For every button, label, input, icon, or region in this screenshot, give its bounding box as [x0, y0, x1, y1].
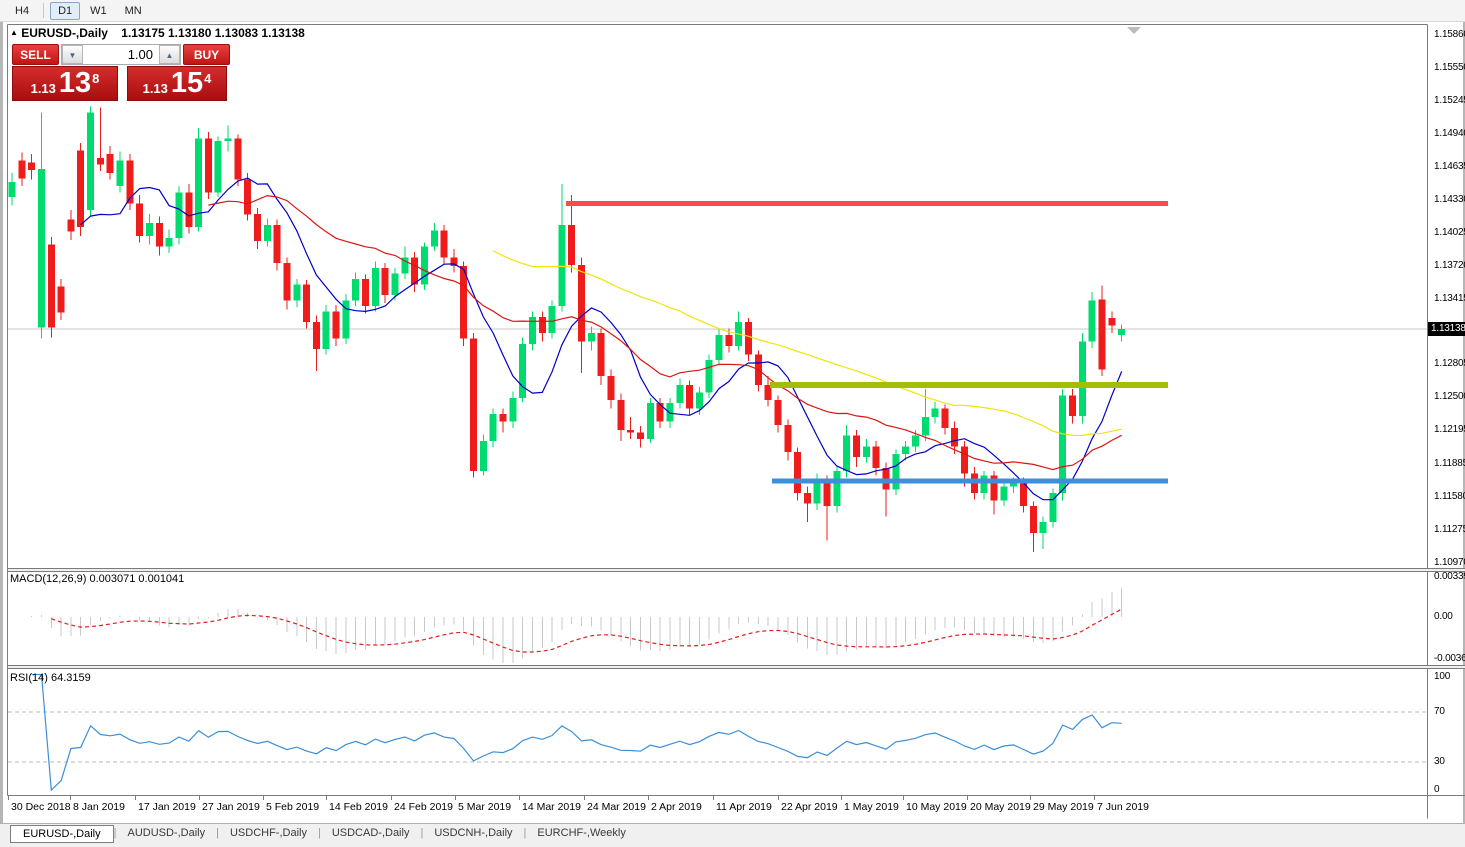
symbol-period-label: EURUSD-,Daily: [21, 26, 108, 40]
chart-tab-bar: EURUSD-,Daily|AUDUSD-,Daily|USDCHF-,Dail…: [0, 823, 1465, 847]
price-axis-label: 1.11580: [1434, 491, 1465, 502]
date-axis-label: 17 Jan 2019: [138, 801, 196, 813]
buy-button[interactable]: BUY: [183, 44, 230, 65]
price-axis-label: 1.12805: [1434, 358, 1465, 369]
date-axis-label: 11 Apr 2019: [716, 801, 772, 813]
date-axis-label: 30 Dec 2018: [11, 801, 71, 813]
price-axis-label: 1.14635: [1434, 161, 1465, 172]
rsi-axis-label: 0: [1434, 784, 1439, 795]
rsi-axis-label: 100: [1434, 671, 1450, 682]
date-axis-label: 29 May 2019: [1033, 801, 1094, 813]
ask-price-big: 15: [171, 67, 203, 100]
chart-tab-usdchf[interactable]: USDCHF-,Daily: [219, 824, 318, 842]
date-axis-label: 14 Mar 2019: [522, 801, 581, 813]
ask-price-button[interactable]: 1.13 15 4: [127, 66, 227, 101]
bid-price-button[interactable]: 1.13 13 8: [12, 66, 118, 101]
chart-tab-eurchf[interactable]: EURCHF-,Weekly: [526, 824, 636, 842]
price-axis-label: 1.14025: [1434, 227, 1465, 238]
date-axis-label: 22 Apr 2019: [781, 801, 838, 813]
chart-tab-usdcad[interactable]: USDCAD-,Daily: [321, 824, 421, 842]
chart-tab-usdcnh[interactable]: USDCNH-,Daily: [423, 824, 523, 842]
price-axis-label: 1.15245: [1434, 95, 1465, 106]
rsi-axis-label: 70: [1434, 706, 1445, 717]
chart-tab-eurusd[interactable]: EURUSD-,Daily: [10, 825, 114, 843]
macd-axis-label: 0.003392: [1434, 571, 1465, 582]
date-axis-label: 14 Feb 2019: [329, 801, 388, 813]
price-axis-label: 1.11885: [1434, 458, 1465, 469]
chart-plot-area[interactable]: [0, 0, 1465, 847]
chart-tab-audusd[interactable]: AUDUSD-,Daily: [116, 824, 216, 842]
ohlc-values: 1.13175 1.13180 1.13083 1.13138: [121, 26, 305, 40]
date-axis-label: 5 Mar 2019: [458, 801, 511, 813]
date-axis-label: 27 Jan 2019: [202, 801, 260, 813]
chart-end-marker-icon: [1127, 27, 1141, 34]
macd-axis-label: 0.00: [1434, 611, 1453, 622]
volume-increase-icon[interactable]: ▲: [159, 45, 180, 64]
price-axis-label: 1.14940: [1434, 128, 1465, 139]
rsi-axis-label: 30: [1434, 756, 1445, 767]
date-axis-label: 20 May 2019: [970, 801, 1031, 813]
chart-title: ▲ EURUSD-,Daily 1.13175 1.13180 1.13083 …: [10, 26, 305, 40]
volume-decrease-icon[interactable]: ▼: [62, 45, 83, 64]
sell-button[interactable]: SELL: [12, 44, 59, 65]
macd-axis-label: -0.003664: [1434, 653, 1465, 664]
chart-window[interactable]: ▲ EURUSD-,Daily 1.13175 1.13180 1.13083 …: [0, 22, 1465, 823]
date-axis-label: 8 Jan 2019: [73, 801, 125, 813]
price-axis-label: 1.14330: [1434, 194, 1465, 205]
bid-price-big: 13: [59, 67, 91, 100]
price-axis-label: 1.13720: [1434, 260, 1465, 271]
price-axis-label: 1.12500: [1434, 391, 1465, 402]
price-axis-label: 1.11275: [1434, 524, 1465, 535]
date-axis-label: 1 May 2019: [844, 801, 899, 813]
volume-input[interactable]: [83, 45, 159, 64]
date-axis-label: 5 Feb 2019: [266, 801, 319, 813]
mt-terminal: H4D1W1MN ▲ EURUSD-,Daily 1.13175 1.13180…: [0, 0, 1465, 847]
date-axis-label: 7 Jun 2019: [1097, 801, 1149, 813]
date-axis-label: 2 Apr 2019: [651, 801, 702, 813]
rsi-indicator-label: RSI(14) 64.3159: [10, 672, 91, 684]
price-axis-label: 1.13415: [1434, 293, 1465, 304]
price-axis-label: 1.10970: [1434, 557, 1465, 568]
date-axis-label: 10 May 2019: [906, 801, 967, 813]
bid-price-pip: 8: [92, 71, 99, 86]
collapse-triangle-icon[interactable]: ▲: [10, 28, 18, 37]
price-axis-label: 1.15550: [1434, 62, 1465, 73]
price-axis-label: 1.12195: [1434, 424, 1465, 435]
ask-price-pip: 4: [204, 71, 211, 86]
one-click-trading-panel: SELL ▼ ▲ BUY 1.13 13 8 1.13 15 4: [12, 44, 234, 101]
macd-indicator-label: MACD(12,26,9) 0.003071 0.001041: [10, 573, 184, 585]
price-axis-label: 1.15860: [1434, 29, 1465, 40]
bid-price-prefix: 1.13: [31, 81, 56, 96]
date-axis-label: 24 Feb 2019: [394, 801, 453, 813]
volume-stepper: ▼ ▲: [61, 44, 181, 65]
current-price-tag: 1.13138: [1428, 322, 1465, 336]
date-axis-label: 24 Mar 2019: [587, 801, 646, 813]
ask-price-prefix: 1.13: [143, 81, 168, 96]
